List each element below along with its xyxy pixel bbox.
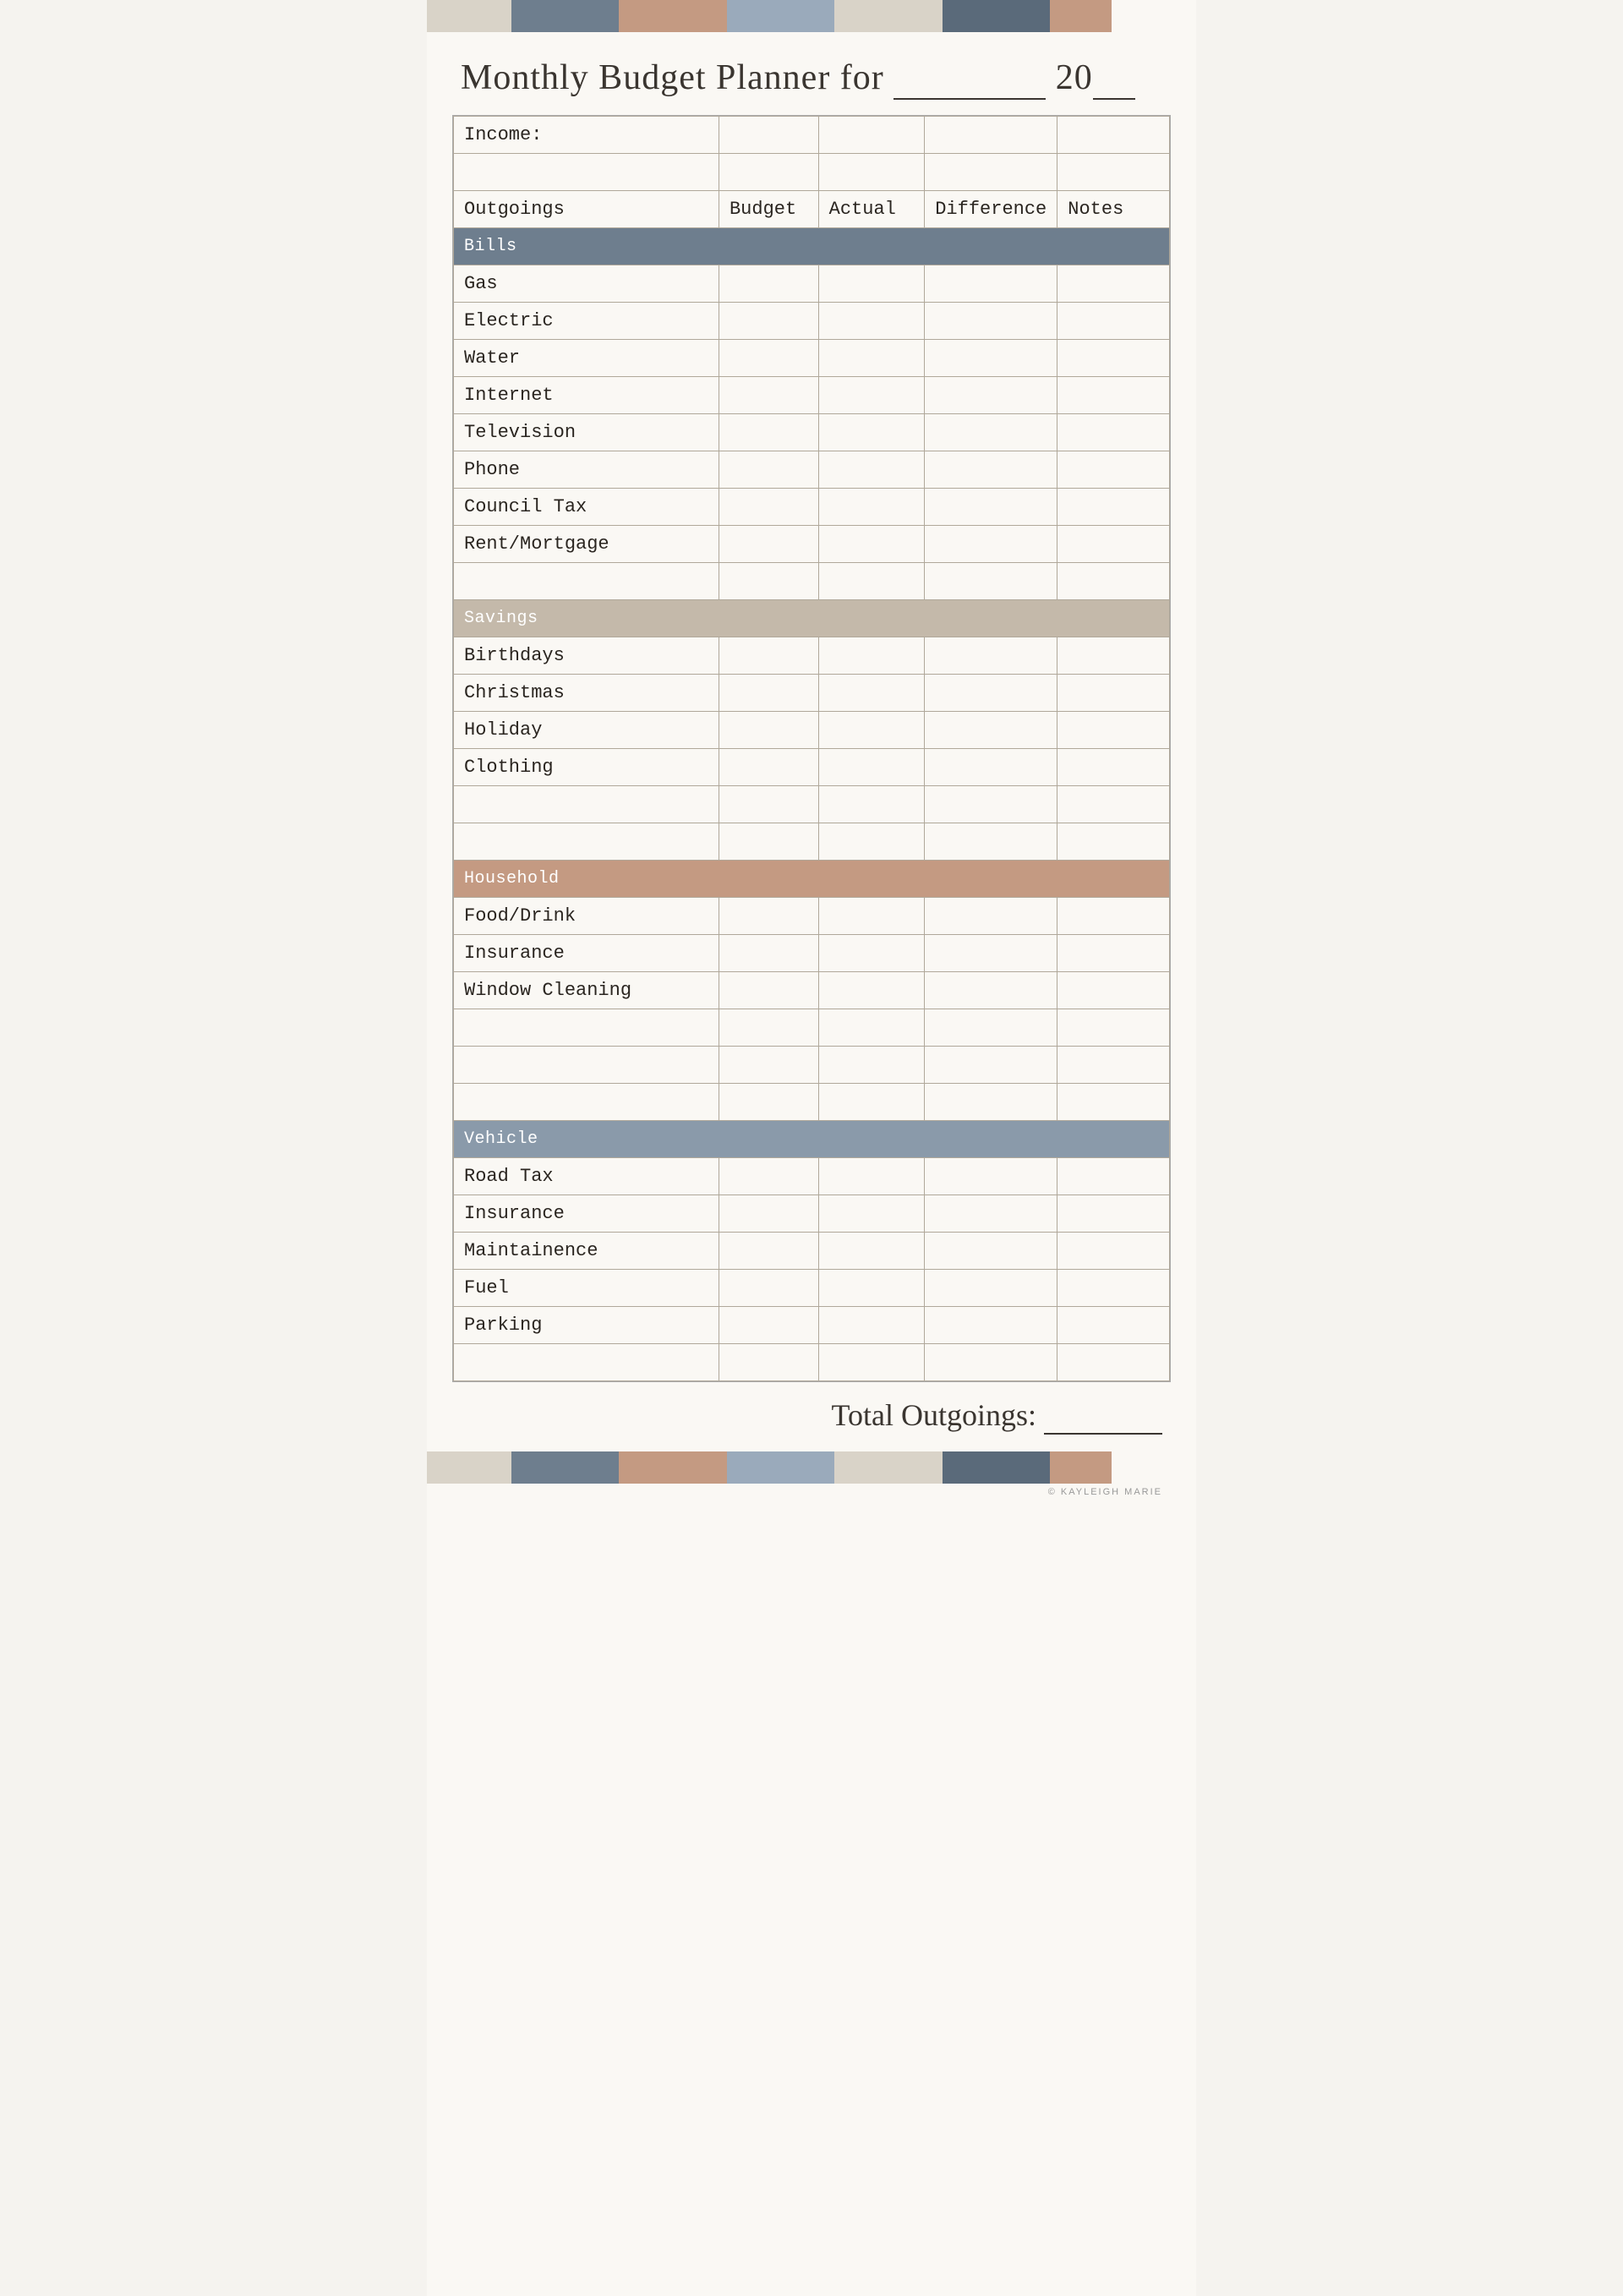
col-header-notes: Notes (1057, 191, 1170, 228)
savings-christmas: Christmas (454, 675, 719, 712)
spacer-row (454, 154, 1170, 191)
savings-clothing: Clothing (454, 749, 719, 786)
page-title: Monthly Budget Planner for 20 (427, 32, 1196, 115)
vehicle-parking: Parking (454, 1307, 719, 1344)
table-row: Electric (454, 303, 1170, 340)
table-row: Christmas (454, 675, 1170, 712)
vehicle-insurance: Insurance (454, 1195, 719, 1233)
table-row: Television (454, 414, 1170, 451)
savings-holiday: Holiday (454, 712, 719, 749)
col-header-outgoings: Outgoings (454, 191, 719, 228)
income-diff (925, 117, 1057, 154)
table-row: Phone (454, 451, 1170, 489)
vehicle-maintainence: Maintainence (454, 1233, 719, 1270)
budget-table: Income: Outgoings Budget Actual Differen… (453, 116, 1170, 1381)
table-row: Clothing (454, 749, 1170, 786)
table-row: Insurance (454, 1195, 1170, 1233)
section-household-header: Household (454, 861, 1170, 898)
section-vehicle-header: Vehicle (454, 1121, 1170, 1158)
bills-phone: Phone (454, 451, 719, 489)
bills-rent-mortgage: Rent/Mortgage (454, 526, 719, 563)
table-row: Fuel (454, 1270, 1170, 1307)
page: Monthly Budget Planner for 20 Income: Ou… (427, 0, 1196, 2296)
household-window-cleaning: Window Cleaning (454, 972, 719, 1009)
bills-television: Television (454, 414, 719, 451)
spacer-row (454, 563, 1170, 600)
top-color-bar (427, 0, 1196, 32)
household-insurance: Insurance (454, 935, 719, 972)
bills-council-tax: Council Tax (454, 489, 719, 526)
vehicle-road-tax: Road Tax (454, 1158, 719, 1195)
savings-birthdays: Birthdays (454, 637, 719, 675)
bills-gas: Gas (454, 265, 719, 303)
household-food-drink: Food/Drink (454, 898, 719, 935)
spacer-row (454, 1344, 1170, 1381)
title-year-blank (1093, 57, 1135, 100)
copyright: © KAYLEIGH MARIE (427, 1484, 1196, 1504)
section-savings-header: Savings (454, 600, 1170, 637)
section-bills-header: Bills (454, 228, 1170, 265)
col-header-actual: Actual (818, 191, 925, 228)
table-row: Parking (454, 1307, 1170, 1344)
income-notes (1057, 117, 1170, 154)
spacer-row (454, 823, 1170, 861)
col-header-budget: Budget (719, 191, 818, 228)
household-label: Household (454, 861, 1170, 898)
total-label: Total Outgoings: (832, 1398, 1036, 1432)
table-row: Food/Drink (454, 898, 1170, 935)
table-row: Gas (454, 265, 1170, 303)
income-row: Income: (454, 117, 1170, 154)
total-outgoings-area: Total Outgoings: (427, 1382, 1196, 1443)
spacer-row (454, 1047, 1170, 1084)
spacer-row (454, 1009, 1170, 1047)
spacer-row (454, 786, 1170, 823)
table-row: Water (454, 340, 1170, 377)
col-header-difference: Difference (925, 191, 1057, 228)
table-row: Rent/Mortgage (454, 526, 1170, 563)
vehicle-fuel: Fuel (454, 1270, 719, 1307)
total-blank (1044, 1397, 1162, 1435)
spacer-row (454, 1084, 1170, 1121)
income-budget (719, 117, 818, 154)
table-row: Internet (454, 377, 1170, 414)
table-row: Holiday (454, 712, 1170, 749)
savings-label: Savings (454, 600, 1170, 637)
table-row: Birthdays (454, 637, 1170, 675)
income-label: Income: (454, 117, 719, 154)
table-row: Window Cleaning (454, 972, 1170, 1009)
bills-label: Bills (454, 228, 1170, 265)
budget-table-container: Income: Outgoings Budget Actual Differen… (452, 115, 1171, 1382)
bills-electric: Electric (454, 303, 719, 340)
income-actual (818, 117, 925, 154)
title-blank (893, 57, 1046, 100)
table-row: Road Tax (454, 1158, 1170, 1195)
bottom-color-bar (427, 1451, 1196, 1484)
table-row: Maintainence (454, 1233, 1170, 1270)
bills-internet: Internet (454, 377, 719, 414)
table-row: Council Tax (454, 489, 1170, 526)
vehicle-label: Vehicle (454, 1121, 1170, 1158)
title-year-prefix: 20 (1056, 58, 1093, 97)
column-header-row: Outgoings Budget Actual Difference Notes (454, 191, 1170, 228)
title-text: Monthly Budget Planner for (461, 58, 884, 97)
table-row: Insurance (454, 935, 1170, 972)
bills-water: Water (454, 340, 719, 377)
